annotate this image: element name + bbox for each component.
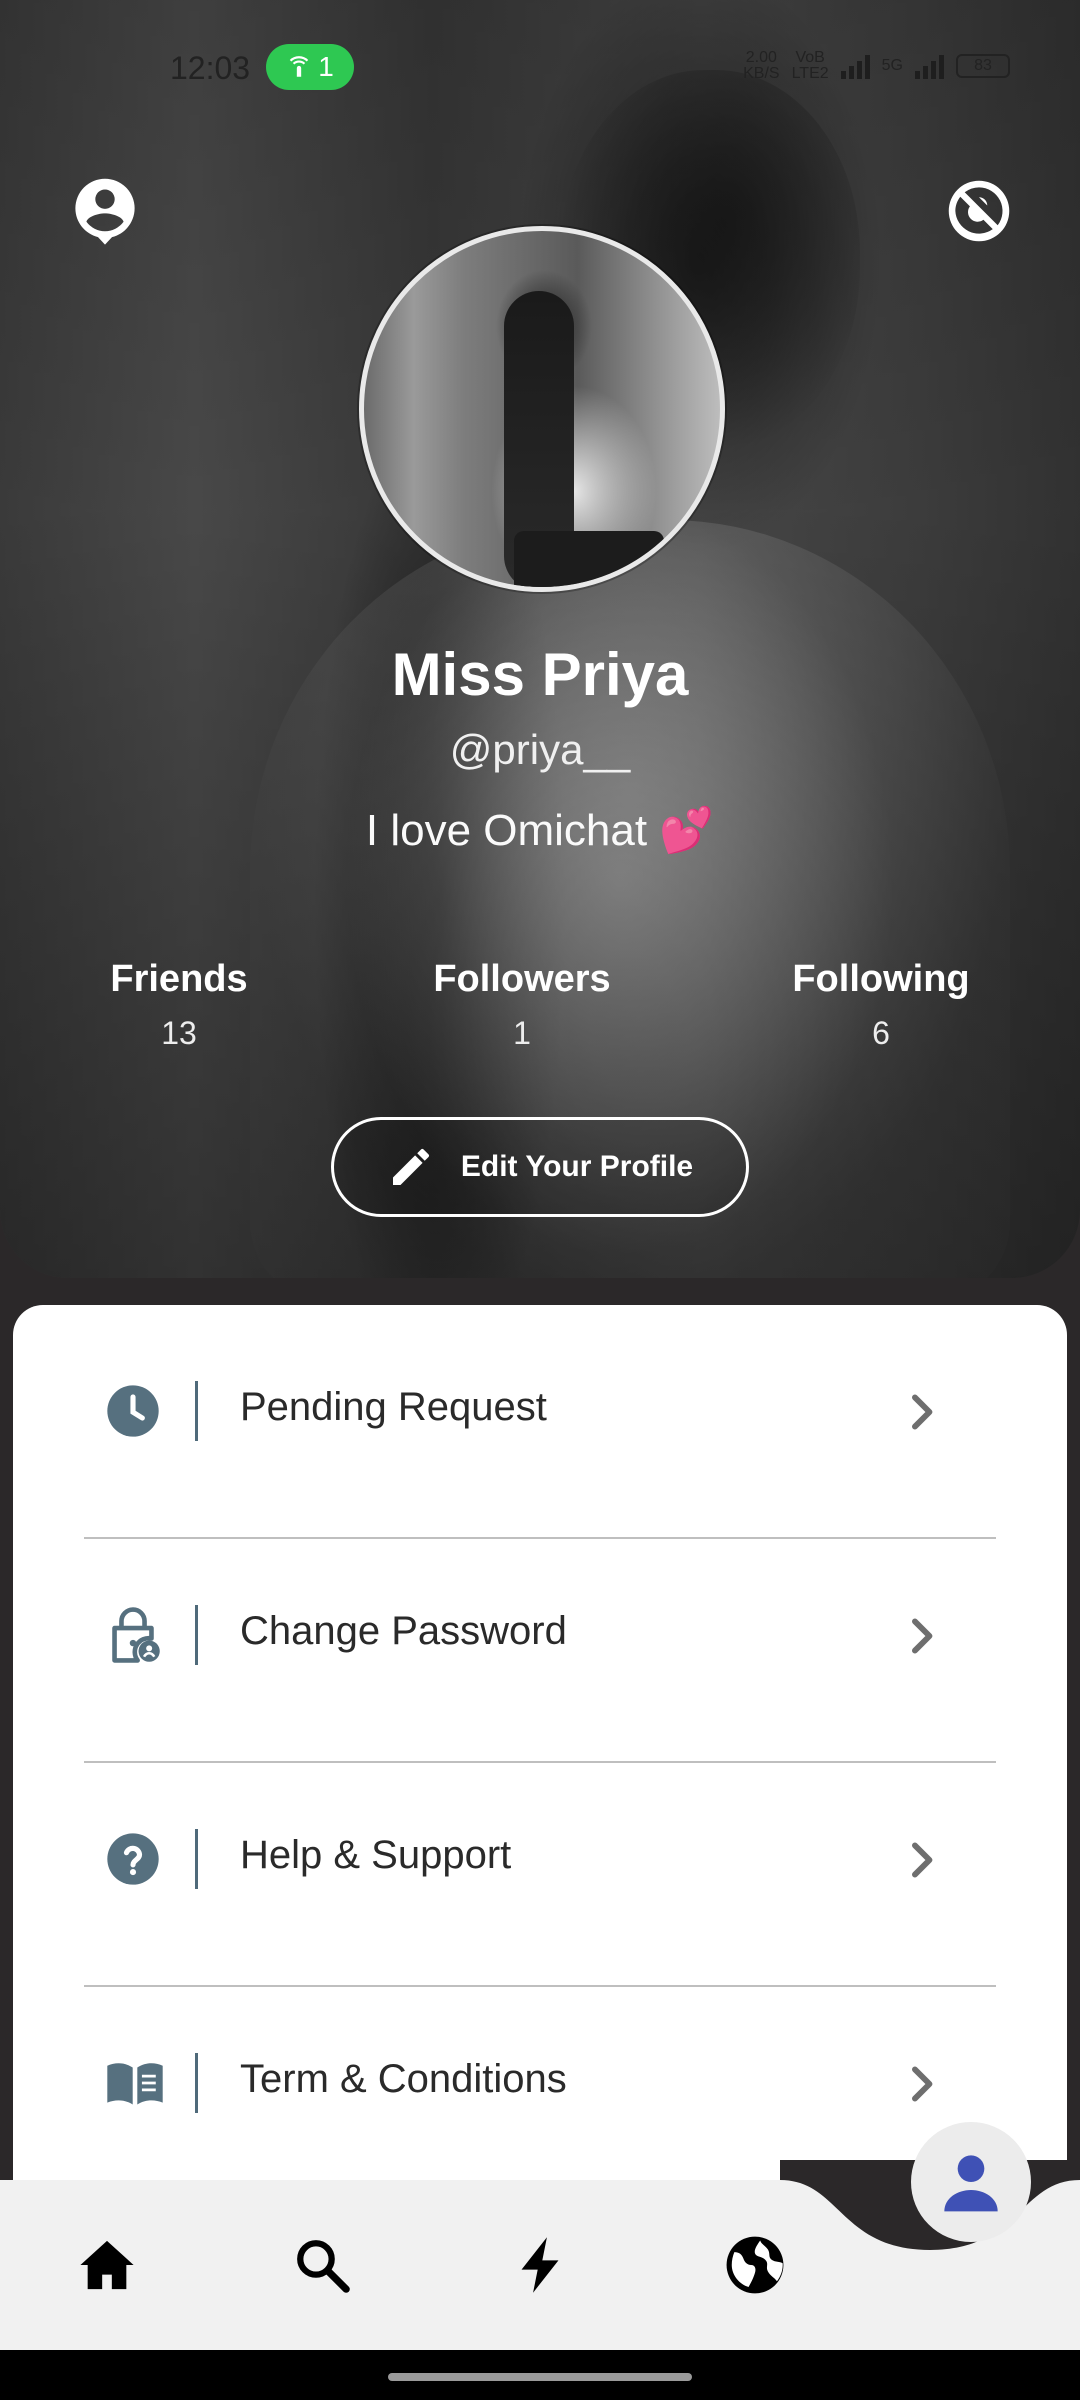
stat-value: 13 bbox=[161, 1015, 197, 1051]
nav-search[interactable] bbox=[287, 2230, 357, 2300]
stat-value: 6 bbox=[872, 1015, 890, 1051]
chevron-right-icon bbox=[912, 1618, 933, 1654]
stat-label: Followers bbox=[433, 958, 611, 1000]
stat-following[interactable]: Following 6 bbox=[751, 958, 1011, 1052]
chevron-right-icon bbox=[912, 2066, 933, 2102]
menu-item-pending-request[interactable]: Pending Request bbox=[13, 1305, 1067, 1529]
profile-bio: I love Omichat 💕 bbox=[365, 806, 715, 855]
signal-5g-icon bbox=[915, 53, 944, 79]
nav-home[interactable] bbox=[72, 2230, 142, 2300]
profile-name: Miss Priya bbox=[391, 641, 689, 708]
menu-item-label: Change Password bbox=[240, 1609, 567, 1653]
signal-icon bbox=[840, 53, 870, 79]
account-pin-icon bbox=[75, 178, 135, 245]
globe-icon bbox=[726, 2236, 784, 2294]
stat-friends[interactable]: Friends 13 bbox=[49, 958, 309, 1052]
status-time: 12:03 bbox=[170, 50, 251, 86]
stat-label: Friends bbox=[110, 958, 248, 1000]
flash-icon bbox=[521, 2237, 559, 2293]
nav-explore[interactable] bbox=[720, 2230, 790, 2300]
profile-avatar[interactable] bbox=[359, 226, 725, 592]
menu-item-change-password[interactable]: Change Password bbox=[13, 1529, 1067, 1753]
network-5g-label: 5G bbox=[881, 57, 903, 74]
book-icon bbox=[105, 2055, 165, 2111]
status-right-icons: 2.00 KB/S VoB LTE2 5G 83 bbox=[743, 50, 1010, 82]
menu-item-label: Pending Request bbox=[240, 1385, 547, 1429]
home-icon bbox=[80, 2240, 134, 2290]
stat-label: Following bbox=[792, 958, 970, 1000]
nav-activity[interactable] bbox=[505, 2230, 575, 2300]
battery-level: 83 bbox=[974, 57, 992, 74]
clock-icon bbox=[105, 1383, 161, 1439]
net-speed: 2.00 KB/S bbox=[743, 49, 780, 82]
hotspot-icon bbox=[289, 56, 309, 77]
person-icon bbox=[944, 2155, 998, 2212]
profile-fab[interactable] bbox=[911, 2122, 1031, 2242]
edit-profile-label: Edit Your Profile bbox=[460, 1150, 694, 1183]
no-account-icon bbox=[948, 180, 1010, 242]
search-icon bbox=[297, 2240, 350, 2293]
pencil-icon bbox=[392, 1148, 429, 1185]
menu-item-label: Help & Support bbox=[240, 1833, 512, 1877]
hotspot-pill: 1 bbox=[266, 44, 354, 90]
chevron-right-icon bbox=[912, 1394, 933, 1430]
status-bar: 12:03 1 2.00 KB/S VoB LTE2 5G 83 bbox=[0, 0, 1080, 130]
chevron-right-icon bbox=[912, 1842, 933, 1878]
home-indicator[interactable] bbox=[388, 2373, 692, 2381]
profile-screen: 12:03 1 2.00 KB/S VoB LTE2 5G 83 Miss Pr… bbox=[0, 0, 1080, 2400]
stat-value: 1 bbox=[513, 1015, 531, 1051]
battery-icon: 83 bbox=[956, 54, 1010, 78]
edit-profile-button[interactable]: Edit Your Profile bbox=[331, 1117, 749, 1217]
volte-indicator: VoB LTE2 bbox=[791, 49, 829, 82]
profile-handle: @priya__ bbox=[449, 726, 631, 773]
stat-followers[interactable]: Followers 1 bbox=[392, 958, 652, 1052]
account-pin-button[interactable] bbox=[70, 176, 140, 246]
menu-item-label: Term & Conditions bbox=[240, 2057, 567, 2101]
help-icon bbox=[105, 1831, 161, 1887]
lock-person-icon bbox=[105, 1607, 161, 1663]
menu-item-help-support[interactable]: Help & Support bbox=[13, 1753, 1067, 1977]
profile-header-background bbox=[0, 0, 1080, 1278]
logout-button[interactable] bbox=[944, 176, 1014, 246]
hotspot-count: 1 bbox=[318, 51, 334, 82]
